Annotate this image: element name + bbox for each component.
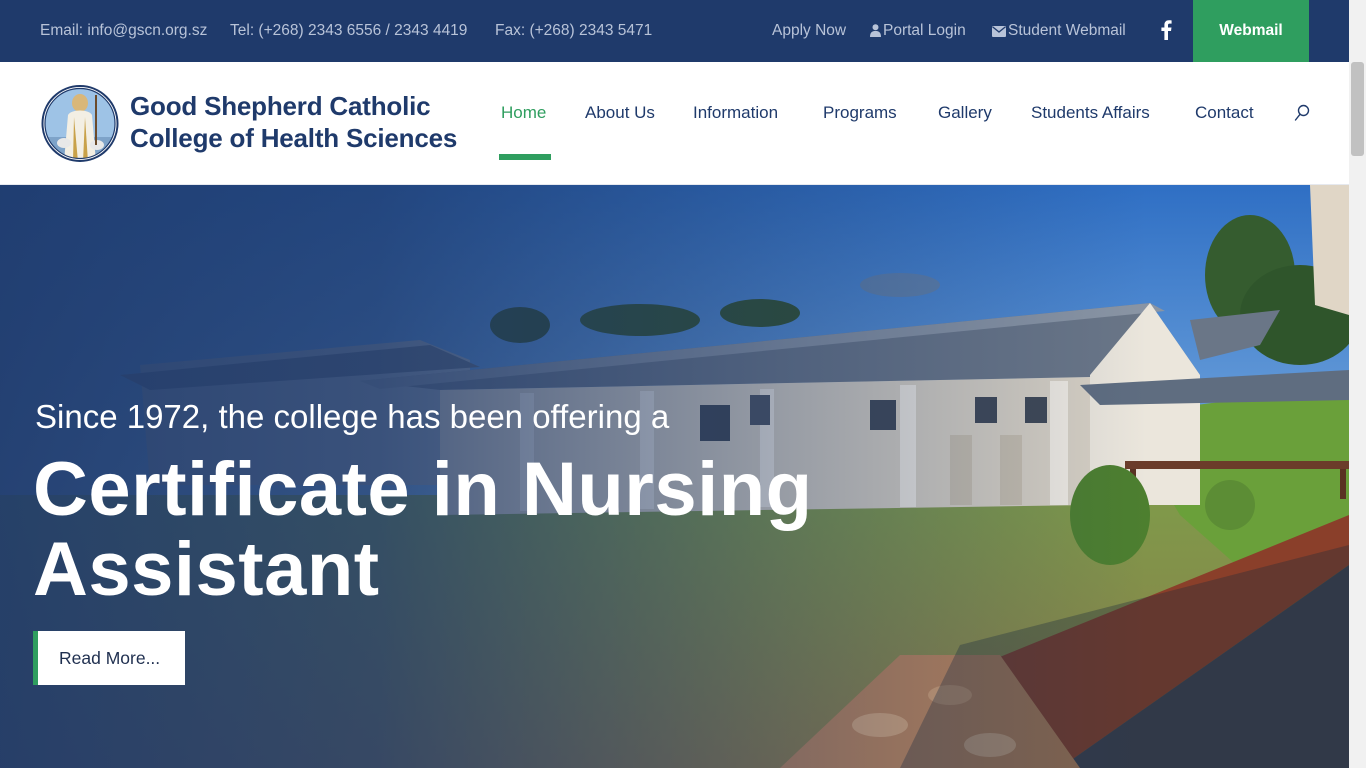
top-bar: Email: info@gscn.org.sz Tel: (+268) 2343… [0,0,1349,62]
nav-item-gallery[interactable]: Gallery [938,102,992,124]
main-nav: Home About Us Information Programs Galle… [0,62,1349,185]
active-nav-indicator [499,154,551,160]
webmail-button[interactable]: Webmail [1193,0,1309,62]
portal-login-link[interactable]: Portal Login [870,21,966,41]
read-more-button[interactable]: Read More... [33,631,185,685]
contact-fax: Fax: (+268) 2343 5471 [495,22,653,39]
scrollbar-thumb[interactable] [1351,62,1364,156]
portal-login-label: Portal Login [883,22,966,39]
nav-item-contact[interactable]: Contact [1195,102,1254,124]
site-header: Good Shepherd Catholic College of Health… [0,62,1349,185]
hero-title-line1: Certificate in Nursing [33,447,813,532]
search-icon[interactable] [1294,104,1310,122]
facebook-icon[interactable] [1160,20,1172,40]
nav-item-programs[interactable]: Programs [823,102,897,124]
contact-phone: Tel: (+268) 2343 6556 / 2343 4419 [230,22,468,39]
hero-title-line2: Assistant [33,527,380,612]
contact-email[interactable]: Email: info@gscn.org.sz [40,21,207,41]
hero-slider: Since 1972, the college has been offerin… [0,185,1349,768]
hero-subtitle: Since 1972, the college has been offerin… [35,398,670,435]
user-icon [870,24,881,37]
apply-now-link[interactable]: Apply Now [772,21,846,41]
student-webmail-label: Student Webmail [1008,22,1126,39]
nav-item-home[interactable]: Home [501,102,546,124]
envelope-icon [992,26,1006,37]
nav-item-students-affairs[interactable]: Students Affairs [1031,102,1150,124]
nav-item-information[interactable]: Information [693,102,778,124]
nav-item-about-us[interactable]: About Us [585,102,655,124]
hero-title: Certificate in Nursing Assistant [33,450,813,610]
student-webmail-link[interactable]: Student Webmail [992,21,1126,41]
